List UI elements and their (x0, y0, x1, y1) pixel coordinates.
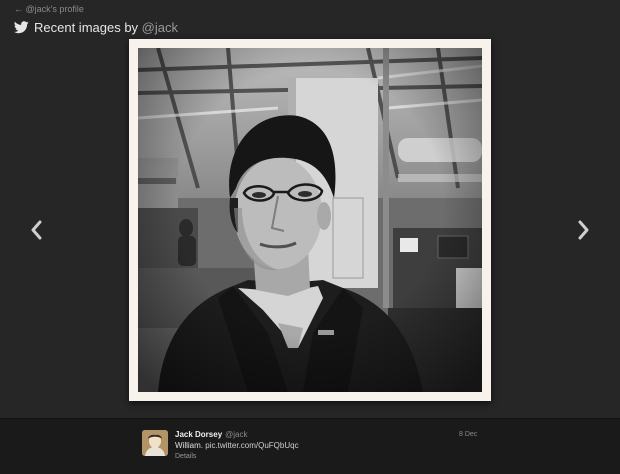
tweet-text: William. pic.twitter.com/QuFQbUqc (175, 441, 299, 450)
page-title: Recent images by @jack (34, 20, 178, 35)
tweet-bar: Jack Dorsey @jack William. pic.twitter.co… (0, 418, 620, 474)
avatar-image (142, 430, 168, 456)
next-image-button[interactable] (576, 217, 592, 243)
back-to-profile-link[interactable]: ← @jack's profile (14, 4, 84, 14)
page-title-handle[interactable]: @jack (142, 20, 178, 35)
tweet-author-name[interactable]: Jack Dorsey (175, 430, 222, 439)
tweet-details-link[interactable]: Details (175, 453, 196, 460)
page-title-prefix: Recent images by (34, 19, 142, 35)
tweet-author[interactable]: Jack Dorsey @jack (175, 430, 248, 439)
tweet-media-link[interactable]: pic.twitter.com/QuFQbUqc (205, 441, 298, 450)
chevron-left-icon (31, 220, 42, 240)
gallery-photo[interactable] (138, 48, 482, 392)
page-header: Recent images by @jack (14, 18, 178, 36)
chevron-right-icon (578, 220, 589, 240)
photo-illustration (138, 48, 482, 392)
tweet-text-body: William. (175, 441, 206, 450)
photo-frame (129, 39, 491, 401)
tweet-author-handle[interactable]: @jack (225, 430, 247, 439)
previous-image-button[interactable] (28, 217, 44, 243)
twitter-bird-icon (14, 20, 29, 33)
tweet-timestamp[interactable]: 8 Dec (459, 431, 477, 438)
avatar[interactable] (142, 430, 168, 456)
